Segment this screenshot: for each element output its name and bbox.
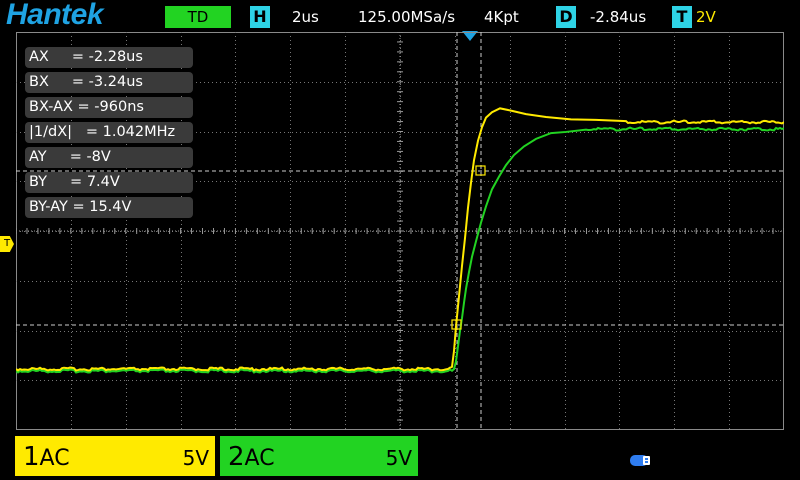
measurement-by: BY = 7.4V xyxy=(25,172,193,193)
channel-2-label: 2AC xyxy=(228,442,275,472)
measurement-freq: |1/dX| = 1.042MHz xyxy=(25,122,193,143)
timebase-value[interactable]: 2us xyxy=(292,7,319,27)
delay-value[interactable]: -2.84us xyxy=(590,7,646,27)
channel-2-status[interactable]: 2AC 5V xyxy=(220,436,418,476)
measurement-ay: AY = -8V xyxy=(25,147,193,168)
usb-icon xyxy=(630,455,650,466)
delay-label: D xyxy=(556,6,576,28)
horizontal-label: H xyxy=(250,6,270,28)
brand-logo: Hantek xyxy=(6,0,104,31)
trigger-label: T xyxy=(672,6,692,28)
channel-1-scale: 5V xyxy=(182,446,209,470)
sample-rate: 125.00MSa/s xyxy=(358,8,456,26)
measurement-by-ay: BY-AY = 15.4V xyxy=(25,197,193,218)
trigger-mode-badge[interactable]: TD xyxy=(165,6,231,28)
status-bar: Hantek TD H 2us 125.00MSa/s 4Kpt D -2.84… xyxy=(0,0,800,32)
trigger-level-marker[interactable]: T xyxy=(0,236,14,252)
channel-2-scale: 5V xyxy=(385,446,412,470)
channel-1-label: 1AC xyxy=(23,442,70,472)
measurement-bx-ax: BX-AX = -960ns xyxy=(25,97,193,118)
memory-depth[interactable]: 4Kpt xyxy=(484,7,519,27)
measurement-ax: AX = -2.28us xyxy=(25,47,193,68)
measurement-bx: BX = -3.24us xyxy=(25,72,193,93)
trigger-level-value[interactable]: 2V xyxy=(696,8,716,26)
channel-1-status[interactable]: 1AC 5V xyxy=(15,436,215,476)
